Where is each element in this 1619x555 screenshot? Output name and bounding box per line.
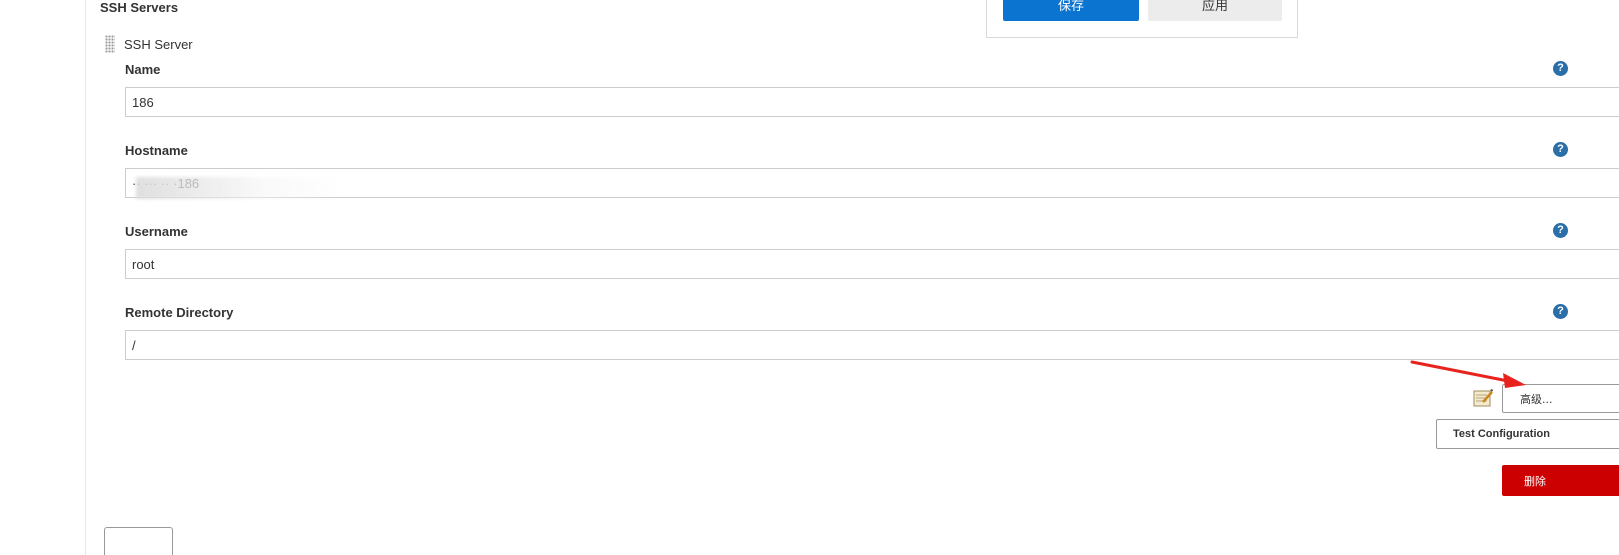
username-input[interactable] [125, 249, 1619, 279]
notepad-icon[interactable] [1473, 389, 1493, 407]
server-block-title: SSH Server [124, 37, 193, 52]
username-label: Username [125, 224, 188, 239]
add-button-partial[interactable] [104, 527, 173, 555]
test-configuration-button[interactable]: Test Configuration [1436, 419, 1619, 449]
remote-directory-label: Remote Directory [125, 305, 234, 320]
section-title: SSH Servers [100, 0, 179, 15]
left-divider [85, 0, 86, 555]
delete-button[interactable]: 删除 [1502, 465, 1619, 496]
save-bar: 保存 应用 [986, 0, 1298, 38]
help-icon[interactable]: ? [1553, 61, 1568, 76]
name-input[interactable] [125, 87, 1619, 117]
redaction-blur [136, 177, 346, 199]
help-icon[interactable]: ? [1553, 304, 1568, 319]
drag-handle-icon[interactable] [105, 35, 115, 53]
jenkins-config-page: SSH Servers SSH Server 保存 应用 Name ? Host… [0, 0, 1619, 555]
advanced-button[interactable]: 高级... [1502, 384, 1619, 413]
hostname-input[interactable] [125, 168, 1619, 198]
help-icon[interactable]: ? [1553, 142, 1568, 157]
help-icon[interactable]: ? [1553, 223, 1568, 238]
hostname-label: Hostname [125, 143, 188, 158]
remote-directory-input[interactable] [125, 330, 1619, 360]
name-label: Name [125, 62, 161, 77]
apply-button[interactable]: 应用 [1148, 0, 1282, 21]
save-button[interactable]: 保存 [1003, 0, 1139, 21]
